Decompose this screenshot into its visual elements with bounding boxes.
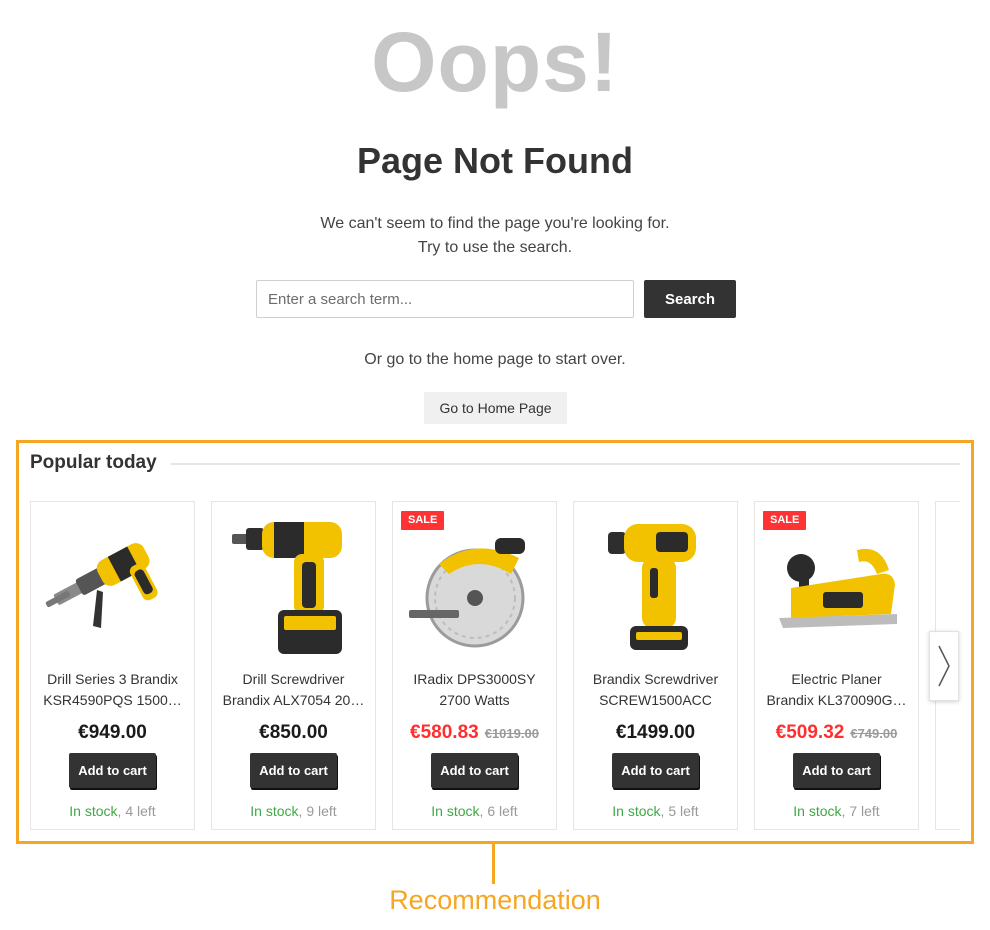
stock-status: In stock xyxy=(69,803,118,819)
price-row: €850.00 xyxy=(212,722,375,744)
product-name-line1: Brandix Screwdriver xyxy=(592,671,719,687)
search-button[interactable]: Search xyxy=(644,280,736,318)
product-price: €1499.00 xyxy=(615,722,696,743)
product-name-line2: Brandix ALX7054 20… xyxy=(222,692,365,708)
product-name-line1: Electric Planer xyxy=(791,671,882,687)
product-name-line1: Drill Series 3 Brandix xyxy=(47,671,178,687)
stock-count: , 7 left xyxy=(841,803,880,819)
stock-info: In stock, 7 left xyxy=(755,801,918,821)
stock-status: In stock xyxy=(612,803,661,819)
product-card[interactable]: Drill Series 3 Brandix KSR4590PQS 1500… … xyxy=(30,501,195,830)
product-name-line2: SCREW1500ACC xyxy=(599,692,712,708)
hammer-drill-icon[interactable] xyxy=(37,514,188,658)
price-row: €580.83 €1019.00 xyxy=(393,722,556,744)
search-form: Search xyxy=(256,280,736,318)
product-sale-price: €509.32 xyxy=(775,722,845,743)
search-hint-message: Try to use the search. xyxy=(417,239,573,256)
stock-info: In stock, 6 left xyxy=(393,801,556,821)
stock-status: In stock xyxy=(793,803,842,819)
price-row: €1499.00 xyxy=(574,722,737,744)
add-to-cart-button[interactable]: Add to cart xyxy=(793,753,880,788)
product-old-price: €749.00 xyxy=(850,726,898,741)
circular-saw-icon[interactable] xyxy=(399,514,550,658)
product-name[interactable]: IRadix DPS3000SY 2700 Watts xyxy=(401,669,548,711)
product-card[interactable]: SALE IRadix DPS3000SY 2700 Watts €580.83… xyxy=(392,501,557,830)
product-name-line2: Brandix KL370090G… xyxy=(766,692,907,708)
stock-count: , 4 left xyxy=(117,803,156,819)
product-name-line1: Drill Screwdriver xyxy=(242,671,345,687)
add-to-cart-button[interactable]: Add to cart xyxy=(69,753,156,788)
stock-count: , 5 left xyxy=(660,803,699,819)
price-row: €949.00 xyxy=(31,722,194,744)
product-name[interactable]: Brandix Screwdriver SCREW1500ACC xyxy=(582,669,729,711)
stock-status: In stock xyxy=(250,803,299,819)
oops-heading: Oops! xyxy=(371,15,619,109)
product-card[interactable]: Drill Screwdriver Brandix ALX7054 20… €8… xyxy=(211,501,376,830)
product-name-line1: IRadix DPS3000SY xyxy=(413,671,536,687)
product-name-line2: 2700 Watts xyxy=(439,692,510,708)
electric-planer-icon[interactable] xyxy=(761,514,912,658)
stock-info: In stock, 9 left xyxy=(212,801,375,821)
add-to-cart-button[interactable]: Add to cart xyxy=(431,753,518,788)
home-hint-message: Or go to the home page to start over. xyxy=(364,351,626,368)
product-old-price: €1019.00 xyxy=(484,726,539,741)
product-price: €949.00 xyxy=(78,722,147,743)
go-home-button[interactable]: Go to Home Page xyxy=(424,392,567,424)
price-row: €509.32 €749.00 xyxy=(755,722,918,744)
carousel-next-button[interactable] xyxy=(929,631,959,701)
stock-info: In stock, 4 left xyxy=(31,801,194,821)
cordless-drill-icon[interactable] xyxy=(218,514,369,658)
popular-today-heading: Popular today xyxy=(30,452,157,473)
product-card[interactable]: Brandix Screwdriver SCREW1500ACC €1499.0… xyxy=(573,501,738,830)
stock-count: , 9 left xyxy=(298,803,337,819)
add-to-cart-button[interactable]: Add to cart xyxy=(612,753,699,788)
annotation-connector xyxy=(492,844,495,884)
product-name[interactable]: Drill Screwdriver Brandix ALX7054 20… xyxy=(220,669,367,711)
heading-divider xyxy=(171,463,960,465)
stock-info: In stock, 5 left xyxy=(574,801,737,821)
screwdriver-drill-icon[interactable] xyxy=(580,514,731,658)
product-name-line2: KSR4590PQS 1500… xyxy=(43,692,182,708)
page-title: Page Not Found xyxy=(357,140,633,181)
recommendation-annotation-label: Recommendation xyxy=(389,885,601,915)
search-input[interactable] xyxy=(256,280,634,318)
product-carousel: Drill Series 3 Brandix KSR4590PQS 1500… … xyxy=(30,501,960,831)
stock-status: In stock xyxy=(431,803,480,819)
not-found-message: We can't seem to find the page you're lo… xyxy=(320,215,670,232)
add-to-cart-button[interactable]: Add to cart xyxy=(250,753,337,788)
stock-count: , 6 left xyxy=(479,803,518,819)
chevron-right-icon xyxy=(938,645,950,687)
product-price: €850.00 xyxy=(259,722,328,743)
product-name[interactable]: Electric Planer Brandix KL370090G… xyxy=(763,669,910,711)
product-name[interactable]: Drill Series 3 Brandix KSR4590PQS 1500… xyxy=(39,669,186,711)
product-card[interactable]: SALE Electric Planer Brandix KL370090G… … xyxy=(754,501,919,830)
product-sale-price: €580.83 xyxy=(410,722,479,743)
